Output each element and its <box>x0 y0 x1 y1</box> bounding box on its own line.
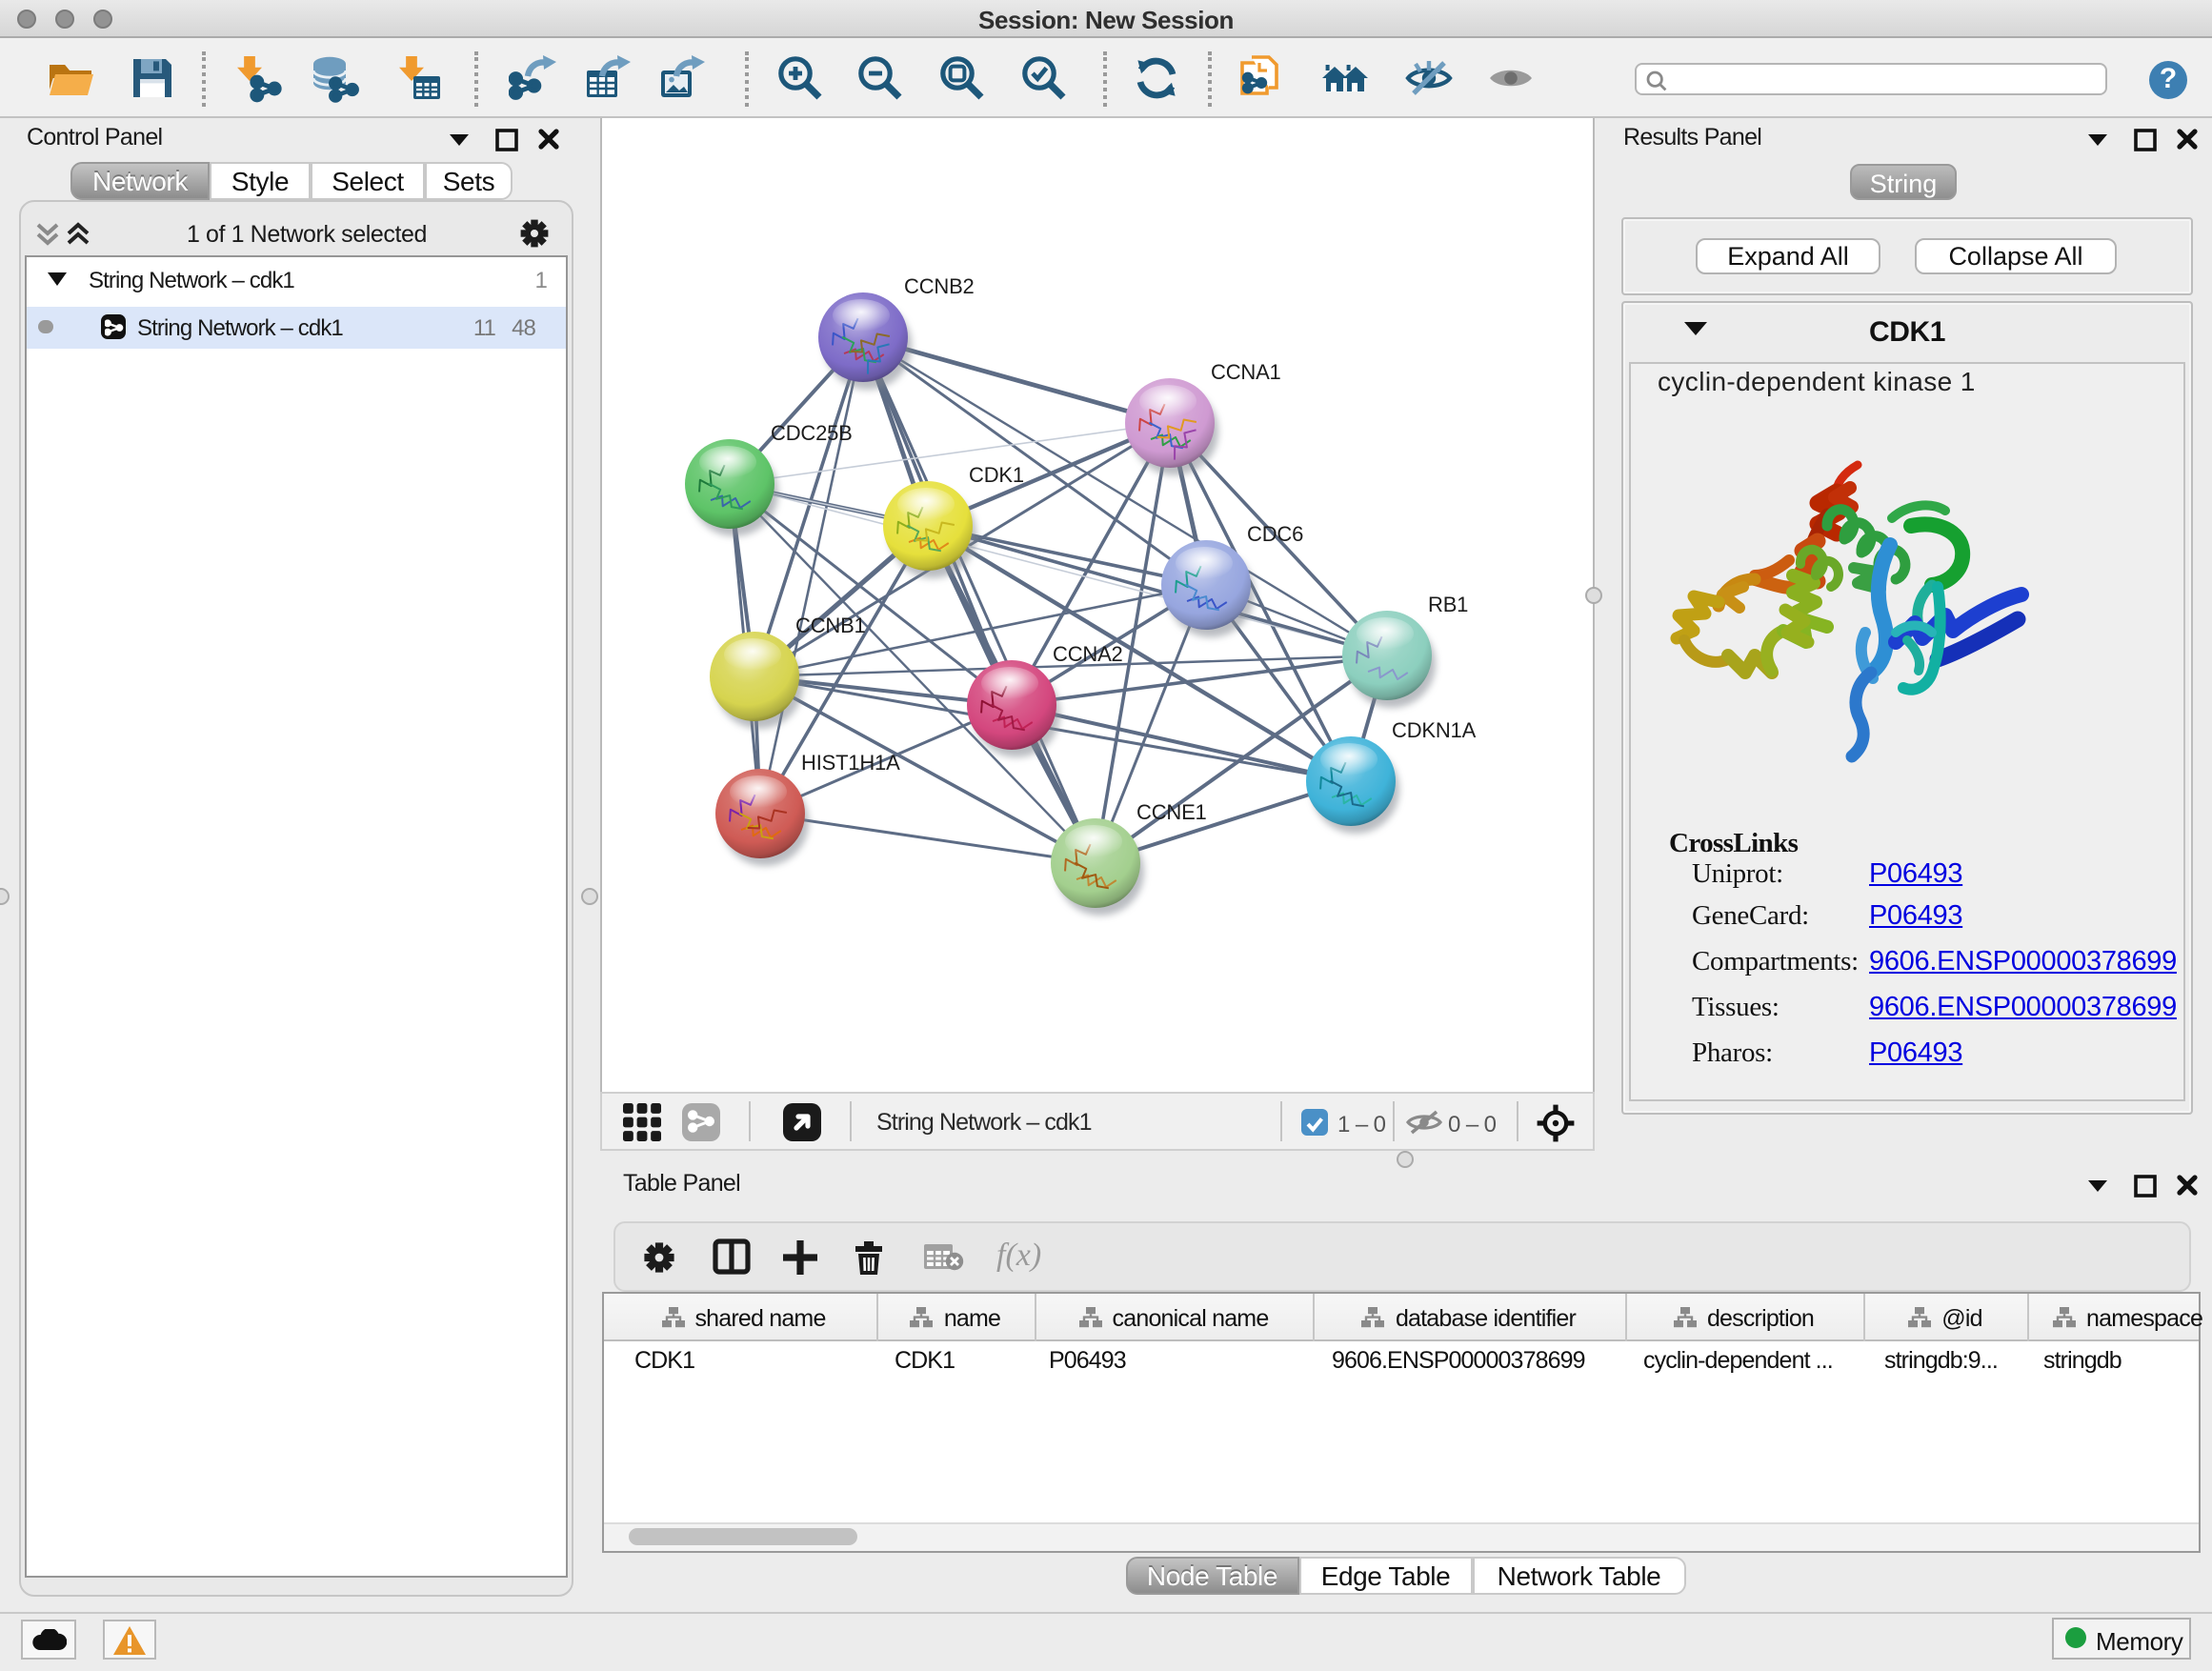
svg-text:CCNE1: CCNE1 <box>1136 800 1207 824</box>
svg-text:RB1: RB1 <box>1428 593 1468 616</box>
svg-text:CDC6: CDC6 <box>1247 522 1303 546</box>
svg-text:CDKN1A: CDKN1A <box>1392 718 1477 742</box>
svg-text:CCNB2: CCNB2 <box>904 274 975 298</box>
svg-text:HIST1H1A: HIST1H1A <box>801 751 900 775</box>
svg-text:CCNA1: CCNA1 <box>1211 360 1281 384</box>
svg-text:CCNA2: CCNA2 <box>1053 642 1123 666</box>
svg-text:CDC25B: CDC25B <box>771 421 853 445</box>
svg-text:CDK1: CDK1 <box>969 463 1024 487</box>
svg-text:CCNB1: CCNB1 <box>795 614 866 637</box>
